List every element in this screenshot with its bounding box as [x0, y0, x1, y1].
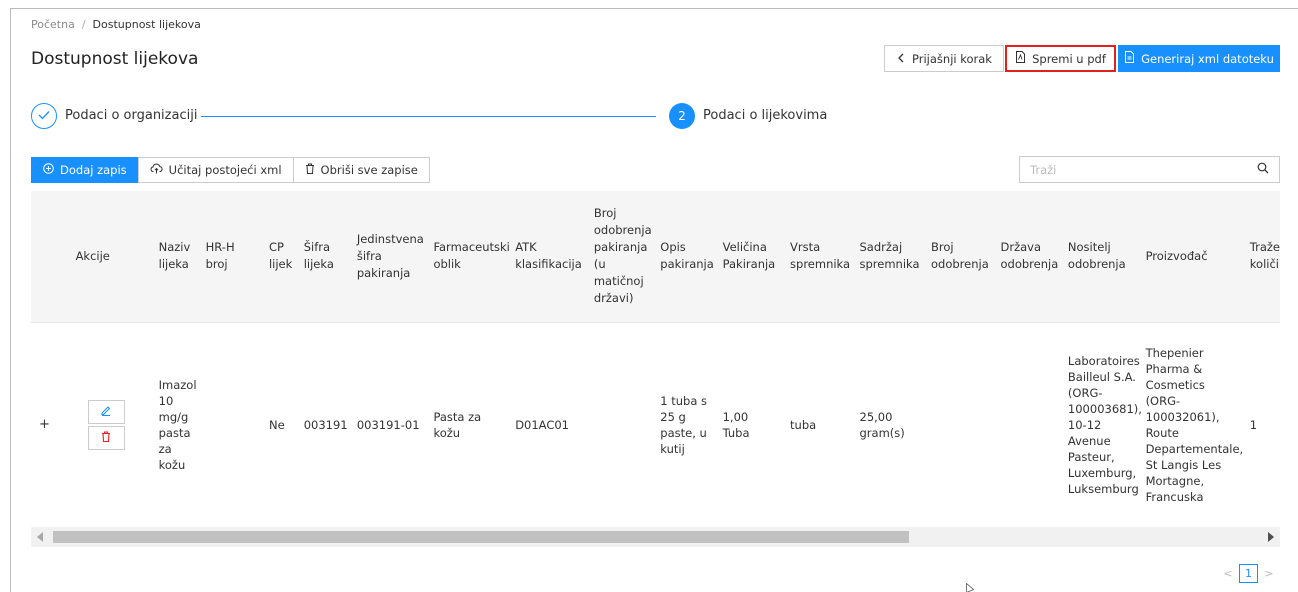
prev-step-button[interactable]: Prijašnji korak [884, 45, 1004, 72]
medicines-table: Akcije Naziv lijeka HR-H broj CP lijek Š… [31, 191, 1280, 528]
cell-atk: D01AC01 [511, 322, 590, 528]
breadcrumb-current: Dostupnost lijekova [92, 18, 201, 31]
expand-row-button[interactable]: + [31, 322, 58, 528]
next-page-icon[interactable]: > [1263, 567, 1275, 580]
generate-xml-label: Generiraj xml datoteku [1141, 51, 1274, 66]
mouse-cursor-icon [966, 582, 975, 592]
col-jedinstvena-sifra: Jedinstvena šifra pakiranja [352, 191, 430, 323]
check-icon [38, 109, 50, 123]
col-nositelj-odobrenja: Nositelj odobrenja [1063, 191, 1142, 323]
breadcrumb-separator: / [81, 18, 86, 31]
table-header-row: Akcije Naziv lijeka HR-H broj CP lijek Š… [31, 191, 1280, 323]
step-2-circle: 2 [669, 103, 695, 129]
cell-vrsta-spremnika: tuba [786, 322, 856, 528]
edit-icon [100, 404, 112, 420]
search-box [1019, 156, 1280, 183]
page-title: Dostupnost lijekova [31, 49, 199, 69]
prev-step-label: Prijašnji korak [912, 51, 992, 66]
cloud-upload-icon [150, 163, 163, 177]
table-row: + Imazol 10 mg/g pasta za kožu Ne 003191 [31, 322, 1280, 528]
scroll-left-icon[interactable] [37, 532, 43, 542]
cell-farmaceutski-oblik: Pasta za kožu [429, 322, 512, 528]
col-proizvodac: Proizvođač [1141, 191, 1246, 323]
col-trazena-kolicina: Tražena količina [1245, 191, 1280, 323]
cell-sadrzaj-spremnika: 25,00 gram(s) [855, 322, 928, 528]
add-record-label: Dodaj zapis [60, 163, 127, 177]
cell-cp-lijek: Ne [264, 322, 300, 528]
cell-velicina-pakiranja: 1,00 Tuba [718, 322, 787, 528]
col-broj-odobrenja-pakiranja: Broj odobrenja pakiranja (u matičnoj drž… [589, 191, 657, 323]
delete-icon [101, 430, 111, 446]
cell-sifra-lijeka: 003191 [299, 322, 353, 528]
delete-button[interactable] [87, 425, 125, 450]
col-cp-lijek: CP lijek [264, 191, 300, 323]
cell-broj-odobrenja [927, 322, 997, 528]
scrollbar-thumb[interactable] [53, 531, 909, 543]
cell-hrh-broj [201, 322, 265, 528]
row-actions [57, 322, 155, 528]
col-velicina-pakiranja: Veličina Pakiranja [718, 191, 787, 323]
col-vrsta-spremnika: Vrsta spremnika [786, 191, 856, 323]
steps: Podaci o organizaciji 2 Podaci o lijekov… [31, 101, 831, 131]
load-xml-button[interactable]: Učitaj postojeći xml [137, 157, 294, 183]
search-input[interactable] [1030, 162, 1230, 177]
add-record-button[interactable]: Dodaj zapis [31, 157, 139, 183]
breadcrumb-home[interactable]: Početna [31, 18, 75, 31]
pagination: < 1 > [1222, 564, 1275, 583]
plus-circle-icon [43, 163, 54, 177]
table-toolbar: Dodaj zapis Učitaj postojeći xml Obriši … [31, 157, 430, 183]
search-icon[interactable] [1257, 162, 1269, 177]
cell-drzava-odobrenja [996, 322, 1064, 528]
col-opis-pakiranja: Opis pakiranja [656, 191, 719, 323]
cell-naziv-lijeka: Imazol 10 mg/g pasta za kožu [154, 322, 202, 528]
cell-jedinstvena-sifra: 003191-01 [352, 322, 430, 528]
page-number[interactable]: 1 [1239, 564, 1258, 583]
col-naziv-lijeka: Naziv lijeka [154, 191, 202, 323]
delete-all-button[interactable]: Obriši sve zapise [292, 157, 430, 183]
col-hrh-broj: HR-H broj [201, 191, 265, 323]
cell-broj-odobrenja-pakiranja [589, 322, 657, 528]
medicines-table-container: Akcije Naziv lijeka HR-H broj CP lijek Š… [31, 191, 1280, 549]
col-atk: ATK klasifikacija [511, 191, 590, 323]
col-farmaceutski-oblik: Farmaceutski oblik [429, 191, 512, 323]
step-connector [201, 116, 656, 117]
col-broj-odobrenja: Broj odobrenja [927, 191, 997, 323]
trash-icon [305, 163, 315, 177]
step-1-circle [31, 103, 57, 129]
save-pdf-button[interactable]: Spremi u pdf [1005, 45, 1116, 72]
generate-xml-button[interactable]: Generiraj xml datoteku [1118, 45, 1280, 72]
scroll-right-icon[interactable] [1268, 532, 1274, 542]
chevron-left-icon [896, 52, 906, 66]
cell-opis-pakiranja: 1 tuba s 25 g paste, u kutij [656, 322, 719, 528]
row-actions-group [62, 399, 151, 450]
col-drzava-odobrenja: Država odobrenja [996, 191, 1064, 323]
cell-trazena-kolicina: 1 [1245, 322, 1280, 528]
save-pdf-label: Spremi u pdf [1032, 51, 1106, 66]
delete-all-label: Obriši sve zapise [320, 163, 418, 177]
horizontal-scrollbar[interactable] [31, 527, 1280, 547]
step-2-label: Podaci o lijekovima [703, 108, 828, 123]
col-sifra-lijeka: Šifra lijeka [299, 191, 353, 323]
col-expand [31, 191, 58, 323]
file-icon [1124, 51, 1135, 66]
load-xml-label: Učitaj postojeći xml [168, 163, 282, 177]
pdf-file-icon [1015, 51, 1026, 66]
cell-nositelj-odobrenja: Laboratoires Bailleul S.A. (ORG- 1000036… [1063, 322, 1142, 528]
col-akcije: Akcije [57, 191, 155, 323]
breadcrumb: Početna / Dostupnost lijekova [31, 18, 201, 31]
col-sadrzaj-spremnika: Sadržaj spremnika [855, 191, 928, 323]
cell-proizvodac: Thepenier Pharma & Cosmetics (ORG- 10003… [1141, 322, 1246, 528]
edit-button[interactable] [87, 399, 125, 424]
step-1-label: Podaci o organizaciji [65, 108, 198, 123]
prev-page-icon[interactable]: < [1222, 567, 1234, 580]
